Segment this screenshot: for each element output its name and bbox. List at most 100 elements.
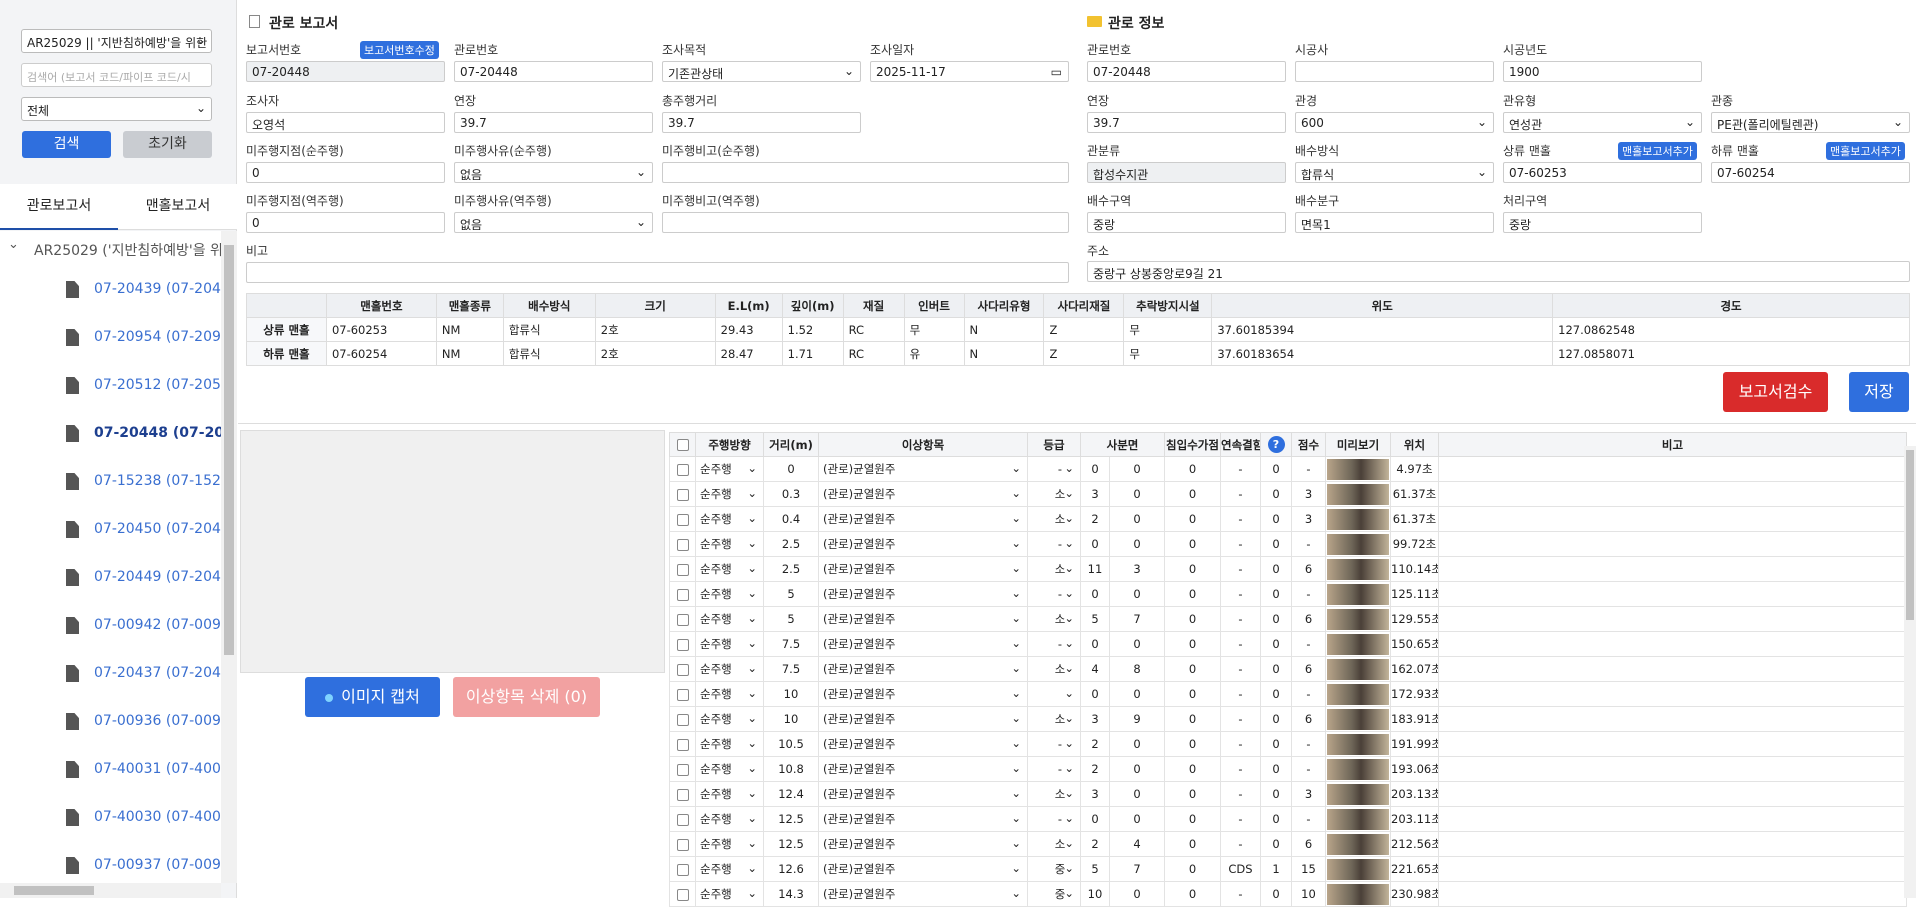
note-cell[interactable] <box>1438 681 1907 707</box>
row-checkbox[interactable] <box>676 663 689 676</box>
quadrant-2-cell[interactable]: 0 <box>1109 531 1165 557</box>
row-checkbox[interactable] <box>676 563 689 576</box>
preview-thumbnail[interactable] <box>1327 508 1389 530</box>
length-field[interactable]: 39.7 <box>454 112 653 133</box>
distance-cell[interactable]: 0.3 <box>763 481 819 507</box>
distance-cell[interactable]: 12.4 <box>763 781 819 807</box>
note-cell[interactable] <box>1438 706 1907 732</box>
date-field[interactable]: 2025-11-17 ▭ <box>870 61 1069 82</box>
pipe-no-field[interactable]: 07-20448 <box>454 61 653 82</box>
row-checkbox-cell[interactable] <box>669 506 696 532</box>
note-cell[interactable] <box>1438 856 1907 882</box>
row-checkbox-cell[interactable] <box>669 681 696 707</box>
quadrant-1-cell[interactable]: 4 <box>1080 656 1110 682</box>
direction-select[interactable]: 순주행 ⌄ <box>695 456 764 482</box>
filter-select[interactable]: 전체 ⌄ <box>21 97 212 121</box>
tree-item[interactable]: 07-20512 (07-20512 <box>0 361 221 409</box>
tree-item[interactable]: 07-20439 (07-20439 <box>0 265 221 313</box>
tree-item[interactable]: 07-20450 (07-20450 <box>0 505 221 553</box>
preview-thumbnail[interactable] <box>1327 858 1389 880</box>
rev-reason-select[interactable]: 없음 ⌄ <box>454 212 653 233</box>
tree-item[interactable]: 07-00937 (07-00937 <box>0 841 221 883</box>
distance-cell[interactable]: 10.5 <box>763 731 819 757</box>
position-cell[interactable]: 191.99초 <box>1390 731 1439 757</box>
infiltration-cell[interactable]: 0 <box>1164 481 1221 507</box>
preview-thumbnail[interactable] <box>1327 708 1389 730</box>
preview-thumbnail[interactable] <box>1327 608 1389 630</box>
defect-item-select[interactable]: (관로)균열원주 ⌄ <box>818 831 1028 857</box>
quadrant-1-cell[interactable]: 0 <box>1080 806 1110 832</box>
note-cell[interactable] <box>1438 881 1907 907</box>
distance-cell[interactable]: 14.3 <box>763 881 819 907</box>
infiltration-cell[interactable]: 0 <box>1164 681 1221 707</box>
defect-item-select[interactable]: (관로)균열원주 ⌄ <box>818 781 1028 807</box>
quadrant-2-cell[interactable]: 0 <box>1109 631 1165 657</box>
position-cell[interactable]: 4.97초 <box>1390 456 1439 482</box>
quadrant-1-cell[interactable]: 0 <box>1080 531 1110 557</box>
quadrant-2-cell[interactable]: 3 <box>1109 556 1165 582</box>
position-cell[interactable]: 125.11초 <box>1390 581 1439 607</box>
preview-cell[interactable] <box>1325 881 1391 907</box>
preview-thumbnail[interactable] <box>1327 658 1389 680</box>
quadrant-1-cell[interactable]: 0 <box>1080 631 1110 657</box>
quadrant-2-cell[interactable]: 0 <box>1109 806 1165 832</box>
pipe-info-no-field[interactable]: 07-20448 <box>1087 61 1286 82</box>
direction-select[interactable]: 순주행 ⌄ <box>695 831 764 857</box>
quadrant-2-cell[interactable]: 0 <box>1109 681 1165 707</box>
defects-scrollbar[interactable] <box>1904 446 1916 898</box>
up-manhole-field[interactable]: 07-60253 <box>1503 162 1702 183</box>
position-cell[interactable]: 162.07초 <box>1390 656 1439 682</box>
position-cell[interactable]: 61.37초 <box>1390 506 1439 532</box>
quadrant-2-cell[interactable]: 0 <box>1109 881 1165 907</box>
quadrant-1-cell[interactable]: 11 <box>1080 556 1110 582</box>
preview-cell[interactable] <box>1325 706 1391 732</box>
row-checkbox-cell[interactable] <box>669 781 696 807</box>
quadrant-2-cell[interactable]: 7 <box>1109 606 1165 632</box>
quadrant-2-cell[interactable]: 0 <box>1109 781 1165 807</box>
quadrant-2-cell[interactable]: 7 <box>1109 856 1165 882</box>
infiltration-cell[interactable]: 0 <box>1164 631 1221 657</box>
quadrant-2-cell[interactable]: 0 <box>1109 456 1165 482</box>
row-checkbox[interactable] <box>676 888 689 901</box>
pipe-type-select[interactable]: 연성관 ⌄ <box>1503 112 1702 133</box>
preview-cell[interactable] <box>1325 481 1391 507</box>
quadrant-1-cell[interactable]: 0 <box>1080 581 1110 607</box>
direction-select[interactable]: 순주행 ⌄ <box>695 481 764 507</box>
note-cell[interactable] <box>1438 531 1907 557</box>
infiltration-cell[interactable]: 0 <box>1164 656 1221 682</box>
position-cell[interactable]: 110.14초 <box>1390 556 1439 582</box>
distance-cell[interactable]: 5 <box>763 606 819 632</box>
grade-select[interactable]: - ⌄ <box>1027 631 1081 657</box>
preview-cell[interactable] <box>1325 681 1391 707</box>
grade-select[interactable]: - ⌄ <box>1027 531 1081 557</box>
rev-note-field[interactable] <box>662 212 1069 233</box>
distance-cell[interactable]: 10 <box>763 706 819 732</box>
purpose-select[interactable]: 기존관상태 ⌄ <box>662 61 861 82</box>
infiltration-cell[interactable]: 0 <box>1164 556 1221 582</box>
row-checkbox[interactable] <box>676 488 689 501</box>
treat-zone-field[interactable]: 중랑 <box>1503 212 1702 233</box>
quadrant-2-cell[interactable]: 0 <box>1109 756 1165 782</box>
infiltration-cell[interactable]: 0 <box>1164 581 1221 607</box>
infiltration-cell[interactable]: 0 <box>1164 731 1221 757</box>
position-cell[interactable]: 129.55초 <box>1390 606 1439 632</box>
preview-cell[interactable] <box>1325 731 1391 757</box>
row-checkbox-cell[interactable] <box>669 581 696 607</box>
row-checkbox-cell[interactable] <box>669 656 696 682</box>
search-button[interactable]: 검색 <box>22 131 111 158</box>
row-checkbox-cell[interactable] <box>669 756 696 782</box>
row-checkbox[interactable] <box>676 513 689 526</box>
position-cell[interactable]: 230.98초 <box>1390 881 1439 907</box>
preview-thumbnail[interactable] <box>1327 558 1389 580</box>
row-checkbox[interactable] <box>676 788 689 801</box>
preview-thumbnail[interactable] <box>1327 758 1389 780</box>
preview-thumbnail[interactable] <box>1327 808 1389 830</box>
note-cell[interactable] <box>1438 731 1907 757</box>
direction-select[interactable]: 순주행 ⌄ <box>695 856 764 882</box>
position-cell[interactable]: 183.91초 <box>1390 706 1439 732</box>
col-help[interactable]: ? <box>1260 432 1292 457</box>
position-cell[interactable]: 193.06초 <box>1390 756 1439 782</box>
note-cell[interactable] <box>1438 781 1907 807</box>
tree-root[interactable]: ⌄ AR25029 ('지반침하예방'을 위한 <box>0 231 221 265</box>
direction-select[interactable]: 순주행 ⌄ <box>695 681 764 707</box>
